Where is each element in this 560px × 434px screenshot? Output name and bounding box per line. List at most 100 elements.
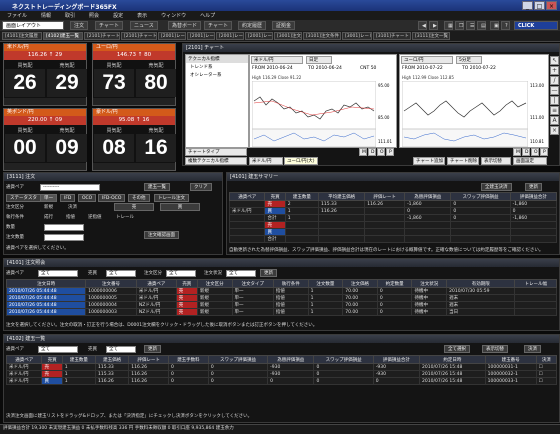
indicator-tab[interactable]: テクニカル指標 <box>186 55 248 63</box>
ask-price-button[interactable]: 16 <box>136 134 176 162</box>
menu-inquiry[interactable]: 照会 <box>82 11 106 20</box>
tile-icon[interactable]: ▦ <box>444 21 453 30</box>
window-tab[interactable]: [4101]注文履歴 <box>2 32 42 40</box>
window-tab[interactable]: [2101]チャート <box>84 32 120 40</box>
chart-left[interactable]: 米ドル/円 日足 FROM 2010-06-24 TO 2010-06-24 C… <box>249 54 397 148</box>
menu-settings[interactable]: 設定 <box>106 11 130 20</box>
nav-d-button[interactable]: D <box>368 148 376 156</box>
pl-refresh-button[interactable]: 更新 <box>144 345 161 353</box>
menu-trade[interactable]: 取引 <box>58 11 82 20</box>
window-tab[interactable]: [3111]注文一覧 <box>412 32 450 40</box>
sell-button[interactable]: 売 <box>114 203 154 211</box>
channel-tool-icon[interactable]: ≡ <box>550 106 559 115</box>
grid-icon[interactable]: ▤ <box>477 21 486 30</box>
maximize-button[interactable]: □ <box>534 1 545 10</box>
table-row[interactable]: 2010/07/26 05:44:48 1000000003 NZドル/円売新規 単一… <box>5 308 557 316</box>
settle-checkbox[interactable]: ☐ <box>535 370 558 378</box>
nav-p-button[interactable]: P <box>386 148 394 156</box>
ask-price-button[interactable]: 09 <box>47 134 87 162</box>
hline-tool-icon[interactable]: — <box>550 86 559 95</box>
settle-checkbox[interactable]: ☐ <box>535 363 558 371</box>
ask-price-button[interactable]: 29 <box>47 69 87 97</box>
order-type-tab[interactable]: IFD-OCO <box>98 194 126 202</box>
table-row[interactable]: 米ドル/円売 1 115.33 116.26 0 0 -930 0 -930 2010/07/26… <box>5 370 558 378</box>
line-tool-icon[interactable]: / <box>550 76 559 85</box>
table-row[interactable]: 売 2 115.33 116.26 -1,860 0 -1,860 <box>228 200 558 208</box>
delete-chart-button[interactable]: チャート削除 <box>447 157 479 165</box>
chart-type-label[interactable]: チャートタイプ <box>185 148 247 156</box>
filter-kind-select[interactable]: 全て <box>166 270 196 277</box>
minimize-button[interactable]: _ <box>522 1 533 10</box>
table-row[interactable]: 米ドル/円売 1 115.33 116.26 0 0 -930 0 -930 2010/07/26… <box>5 363 558 371</box>
toolbar-chart2-button[interactable]: チャート <box>204 21 232 30</box>
pl-side-select[interactable]: 全て <box>106 346 136 353</box>
menu-info[interactable]: 情報 <box>34 11 58 20</box>
pl-toggle-button[interactable]: 表示切替 <box>482 345 508 353</box>
order-kind-new-radio[interactable]: 新規 <box>44 204 53 210</box>
menu-window[interactable]: ウィンドウ <box>154 11 193 20</box>
erase-tool-icon[interactable]: × <box>550 126 559 135</box>
exec-market-radio[interactable]: 成行 <box>44 214 53 220</box>
chart-tab-usdjpy[interactable]: 米ドル/円 <box>249 157 283 165</box>
crosshair-tool-icon[interactable]: + <box>550 66 559 75</box>
nav-m-button[interactable]: M <box>359 148 367 156</box>
pair-select[interactable]: ---------- <box>40 184 100 191</box>
chart-left-period-select[interactable]: 日足 <box>306 56 332 64</box>
close-all-button[interactable]: 全建玉決済 <box>481 183 512 191</box>
chart-right-pair-select[interactable]: ユーロ/円 <box>401 56 453 64</box>
menu-file[interactable]: ファイル <box>0 11 34 20</box>
pl-pair-select[interactable]: 全て <box>38 346 78 353</box>
toolbar-chart-button[interactable]: チャート <box>95 21 123 30</box>
filter-side-select[interactable]: 全て <box>106 270 136 277</box>
window-tab[interactable]: [3001]注文 <box>274 32 302 40</box>
next-icon[interactable]: ▶ <box>429 21 438 30</box>
ask-price-button[interactable]: 80 <box>136 69 176 97</box>
lock-icon[interactable]: ▣ <box>490 21 499 30</box>
toolbar-order-button[interactable]: 注文 <box>70 21 89 30</box>
order-type-tab[interactable]: その他 <box>128 194 150 202</box>
nav-d-button-right[interactable]: D <box>522 148 530 156</box>
history-refresh-button[interactable]: 更新 <box>260 269 277 277</box>
toolbar-margin-button[interactable]: 証拠金 <box>272 21 296 30</box>
toolbar-history-button[interactable]: 約定履歴 <box>238 21 267 30</box>
exec-stop-radio[interactable]: 逆指値 <box>88 214 102 220</box>
table-row[interactable]: 売 <box>228 221 558 229</box>
filter-status-select[interactable]: 全て <box>226 270 256 277</box>
window-tab[interactable]: [3101]注文条件 <box>303 32 341 40</box>
chart-right-period-select[interactable]: 5分足 <box>456 56 482 64</box>
nav-o-button-right[interactable]: O <box>531 148 539 156</box>
bid-price-button[interactable]: 26 <box>5 69 45 97</box>
select-all-button[interactable]: 全て選択 <box>444 345 470 353</box>
buy-button[interactable]: 買 <box>160 203 200 211</box>
window-tab[interactable]: [2001]レート <box>216 32 244 40</box>
order-kind-close-radio[interactable]: 決済 <box>68 204 77 210</box>
tree-item-oscillator[interactable]: オシレーター系 <box>186 71 248 79</box>
order-type-tab[interactable]: 単一 <box>40 194 57 202</box>
text-tool-icon[interactable]: A <box>550 116 559 125</box>
table-row[interactable]: 2010/07/26 05:44:48 1000000006 米ドル/円売新規 単一指… <box>5 287 557 295</box>
window-tab[interactable]: [3101]チャート <box>373 32 411 40</box>
table-row[interactable]: 合計 1 -1,860 0 -1,860 <box>228 214 558 222</box>
exec-trail-radio[interactable]: トレール <box>116 214 134 220</box>
table-row[interactable]: 買 <box>228 228 558 236</box>
screen-settings-button[interactable]: 画面設定 <box>513 157 547 165</box>
window-tab[interactable]: [2001]レート <box>187 32 215 40</box>
window-tab[interactable]: [3001]レート <box>342 32 372 40</box>
bid-price-button[interactable]: 08 <box>94 134 134 162</box>
quantity-input[interactable] <box>44 224 84 231</box>
order-type-tab[interactable]: OCO <box>78 194 97 202</box>
window-tab[interactable]: [2101]チャート <box>121 32 157 40</box>
order-confirm-button[interactable]: 注文確認画面 <box>144 231 179 239</box>
chart-tab-eurjpy[interactable]: ユーロ/円(大) <box>284 157 318 165</box>
toolbar-board-button[interactable]: 為替ボード <box>168 21 202 30</box>
table-row[interactable]: 2010/07/26 05:44:48 1000000005 米ドル/円売新規 単一指… <box>5 294 557 302</box>
order-quantity-input[interactable] <box>44 234 84 241</box>
vline-tool-icon[interactable]: | <box>550 96 559 105</box>
close-button[interactable]: × <box>546 1 557 10</box>
menu-help[interactable]: ヘルプ <box>193 11 222 20</box>
clear-button[interactable]: クリア <box>190 183 212 191</box>
chart-right[interactable]: ユーロ/円 5分足 FROM 2010-07-22 TO 2010-07-22 … <box>399 54 549 148</box>
stack-icon[interactable]: ☰ <box>466 21 475 30</box>
exec-limit-radio[interactable]: 指値 <box>66 214 75 220</box>
prev-icon[interactable]: ◀ <box>418 21 427 30</box>
